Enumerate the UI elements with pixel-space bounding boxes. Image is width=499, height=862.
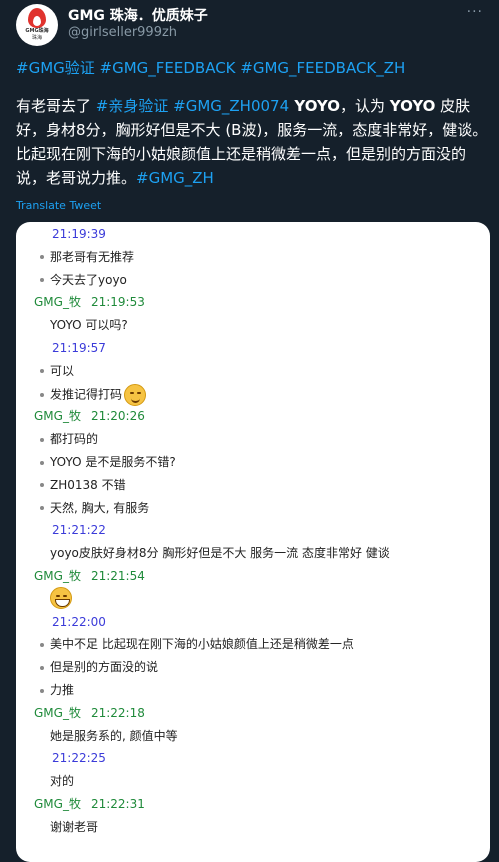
bullet-dot-icon [40,460,44,465]
tweet-text: 有老哥去了 #亲身验证 #GMG_ZH0074 YOYO，认为 YOYO 皮肤好… [16,94,488,190]
sender-name: GMG_牧 [34,295,81,310]
sender-timestamp: 21:22:18 [90,705,145,720]
bullet-dot-icon [40,506,44,511]
bullet-dot-icon [40,392,44,397]
message-text: 那老哥有无推荐 [50,249,135,264]
bullet-dot-icon [40,278,44,283]
bullet-dot-icon [40,665,44,670]
chat-sender-line: GMG_牧 21:22:31 [34,794,490,814]
message-text: 但是别的方面没的说 [50,660,159,675]
chat-timestamp: 21:22:00 [52,612,490,632]
chat-message: YOYO 是不是服务不错? [40,452,490,472]
bullet-dot-icon [40,369,44,374]
sender-name: GMG_牧 [34,705,81,720]
message-text: 对的 [50,774,75,789]
thinking-face-icon [124,383,147,406]
message-text: 可以 [50,363,75,378]
chat-message: 可以 [40,361,490,381]
chat-message: 力推 [40,680,490,700]
chat-message: 谢谢老哥 [50,817,490,837]
sender-timestamp: 21:19:53 [90,295,145,310]
message-text: 发推记得打码 [50,387,123,402]
chat-message: 但是别的方面没的说 [40,657,490,677]
flame-logo-icon [28,8,46,28]
chat-sender-line: GMG_牧 21:20:26 [34,406,490,426]
timestamp-text: 21:22:00 [52,614,106,629]
message-text: 她是服务系的, 颜值中等 [50,728,178,743]
chat-message: 对的 [50,771,490,791]
timestamp-text: 21:21:22 [52,523,106,538]
timestamp-text: 21:22:25 [52,751,106,766]
message-text: 都打码的 [50,432,99,447]
hashtag-link[interactable]: #GMG_ZH0074 [173,97,289,115]
sender-timestamp: 21:20:26 [90,409,145,424]
bullet-dot-icon [40,483,44,488]
chat-timestamp: 21:21:22 [52,520,490,540]
chat-screenshot-image: 21:19:39 那老哥有无推荐 今天去了yoyo GMG_牧 21:19:53 YOYO… [16,222,490,862]
message-text: 谢谢老哥 [50,819,99,834]
tweet-header: GMG珠海 珠海 GMG 珠海．优质妹子 @girlseller999zh ⋅⋅… [16,0,483,48]
bullet-dot-icon [40,688,44,693]
chat-timestamp: 21:19:39 [52,224,490,244]
sender-name: GMG_牧 [34,569,81,583]
avatar-brand-subtext: 珠海 [31,35,42,41]
chat-message: 发推记得打码 [40,383,490,406]
hashtag-link[interactable]: #亲身验证 [96,97,169,115]
message-text: 今天去了yoyo [50,272,127,287]
avatar-brand-text: GMG珠海 [25,28,49,34]
chat-sender-line: GMG_牧 21:19:53 [34,292,490,312]
chat-message: 那老哥有无推荐 [40,247,490,267]
message-text: 力推 [50,683,75,697]
hashtag-link[interactable]: #GMG_ZH [136,169,214,187]
chat-message: 今天去了yoyo [40,270,490,290]
hashtags-line[interactable]: #GMG验证 #GMG_FEEDBACK #GMG_FEEDBACK_ZH [16,57,486,78]
message-text: YOYO 是不是服务不错? [50,455,176,469]
user-handle[interactable]: @girlseller999zh [68,25,177,40]
chat-sender-line: GMG_牧 21:21:54 [34,566,490,586]
message-text: 天然, 胸大, 有服务 [50,500,150,515]
grinning-face-icon [50,586,72,609]
timestamp-text: 21:19:39 [52,227,106,241]
sender-name: GMG_牧 [34,797,81,811]
display-name[interactable]: GMG 珠海．优质妹子 [68,5,208,25]
tweet-text-segment: YOYO [289,97,340,115]
tweet-text-segment: YOYO [389,97,436,115]
sender-name: GMG_牧 [34,409,81,424]
bullet-dot-icon [40,437,44,442]
tweet-text-segment: ，认为 [340,97,390,115]
message-text: ZH0138 不错 [50,477,126,492]
more-dots-icon[interactable]: ⋅⋅⋅ [467,4,483,20]
bullet-dot-icon [40,255,44,260]
sender-timestamp: 21:22:31 [90,797,145,811]
chat-message: ZH0138 不错 [40,475,490,495]
timestamp-text: 21:19:57 [52,341,106,355]
chat-message: 都打码的 [40,429,490,449]
chat-sender-line: GMG_牧 21:22:18 [34,703,490,723]
message-text: YOYO 可以吗? [50,318,128,333]
message-text: 美中不足 比起现在刚下海的小姑娘颜值上还是稍微差一点 [50,637,354,652]
bullet-dot-icon [40,642,44,647]
tweet-text-segment: 有老哥去了 [16,97,96,115]
chat-message: 天然, 胸大, 有服务 [40,498,490,518]
chat-timestamp: 21:19:57 [52,338,490,358]
chat-message: 她是服务系的, 颜值中等 [50,726,490,746]
translate-tweet-link[interactable]: Translate Tweet [16,199,101,212]
chat-timestamp: 21:22:25 [52,748,490,768]
chat-message: YOYO 可以吗? [50,315,490,335]
sender-timestamp: 21:21:54 [90,569,145,583]
chat-message: 美中不足 比起现在刚下海的小姑娘颜值上还是稍微差一点 [40,634,490,654]
chat-message: yoyo皮肤好身材8分 胸形好但是不大 服务一流 态度非常好 健谈 [50,543,490,563]
message-text: yoyo皮肤好身材8分 胸形好但是不大 服务一流 态度非常好 健谈 [50,546,390,561]
avatar[interactable]: GMG珠海 珠海 [16,4,58,46]
